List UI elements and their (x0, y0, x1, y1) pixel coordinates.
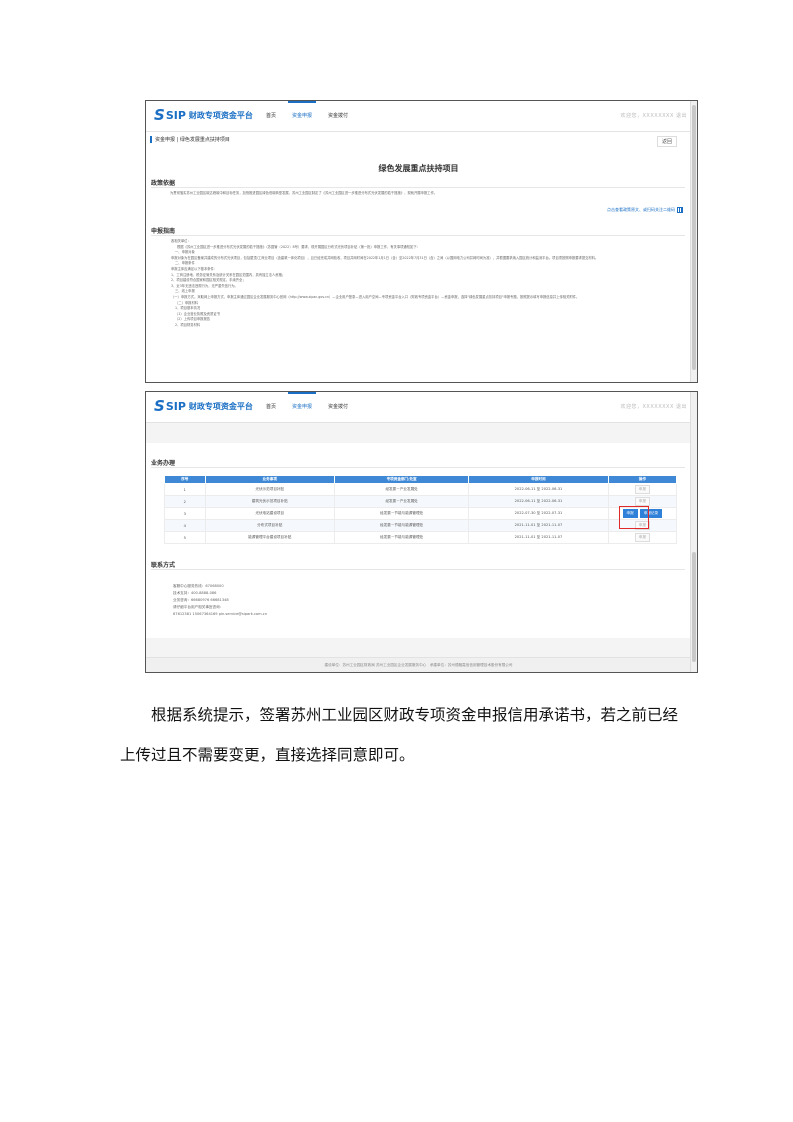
guide-section-title: 申报指南 (151, 228, 176, 235)
screenshot-business-page: S SIP 财政专项资金平台 首页 资金申报 资金拨付 欢迎您，XXXXXXXX… (145, 391, 698, 673)
policy-link[interactable]: 点击查看政策原文、或扫码关注二维码 (607, 207, 675, 213)
logo-s-icon: S (154, 397, 165, 415)
apply-button[interactable]: 申报 (634, 533, 650, 542)
table-row: 2 建筑光伏示范项目补贴 经发委－产业发展处 2022-06-11 至 2022… (164, 495, 678, 508)
table-header-row: 序号 业务事项 专项资金部门/处室 申报时间 操作 (164, 475, 678, 484)
top-navbar: S SIP 财政专项资金平台 首页 资金申报 资金拨付 欢迎您，XXXXXXXX… (146, 101, 697, 132)
contact-line: 请仔细平台用户相关事宜咨询： (173, 605, 224, 609)
user-info[interactable]: 欢迎您，XXXXXXXX 退出 (621, 112, 688, 119)
cell-time: 2021-11-01 至 2021-11-07 (468, 519, 609, 532)
user-info[interactable]: 欢迎您，XXXXXXXX 退出 (621, 403, 688, 410)
breadcrumb: 资金申报 | 绿色发展重点扶持项目 (150, 136, 230, 143)
cell-time: 2021-11-01 至 2021-11-07 (468, 531, 609, 544)
contact-info: 客服中心服务热线：67068000 技术支持：400-8888-086 业务咨询… (173, 583, 267, 618)
column-header: 操作 (607, 475, 678, 484)
main-nav: 首页 资金申报 资金拨付 (258, 392, 356, 422)
cell-item: 分布式项目补贴 (204, 519, 335, 532)
table-row: 5 能源管理平台建设项目补贴 经发委－节能与能源管理处 2021-11-01 至… (164, 531, 678, 544)
policy-section-title: 政策依据 (151, 180, 176, 187)
divider (151, 235, 685, 236)
contact-line: 业务咨询：66680976 66681348 (173, 598, 229, 602)
scrollbar-thumb[interactable] (692, 552, 696, 662)
nav-home[interactable]: 首页 (258, 101, 284, 131)
divider (151, 187, 685, 188)
cell-no: 3 (164, 507, 206, 520)
cell-item: 光伏示范项目补贴 (204, 483, 335, 496)
cell-dept: 经发委－节能与能源管理处 (333, 507, 470, 520)
cell-no: 4 (164, 519, 206, 532)
cell-time: 2022-06-11 至 2022-06-31 (468, 483, 609, 496)
nav-fund-apply[interactable]: 资金申报 (284, 392, 320, 422)
platform-logo[interactable]: S SIP 财政专项资金平台 (154, 399, 253, 414)
brand-name: 财政专项资金平台 (188, 111, 253, 120)
cell-dept: 经发委－产业发展处 (333, 483, 470, 496)
page-title: 绿色发展重点扶持项目 (378, 164, 459, 173)
highlight-box (619, 506, 649, 529)
platform-logo[interactable]: S SIP 财政专项资金平台 (154, 108, 253, 123)
page-footer: 建设单位：苏州工业园区财政局 苏州工业园区企业发展服务中心 承建单位：苏州德融嘉… (146, 657, 691, 672)
cell-actions: 申报 (607, 483, 678, 496)
nav-home[interactable]: 首页 (258, 392, 284, 422)
main-nav: 首页 资金申报 资金拨付 (258, 101, 356, 131)
instruction-caption: 根据系统提示，签署苏州工业园区财政专项资金申报信用承诺书，若之前已经上传过且不需… (120, 706, 679, 764)
cell-no: 2 (164, 495, 206, 508)
logo-text: SIP (165, 109, 186, 122)
cell-item: 能源管理平台建设项目补贴 (204, 531, 335, 544)
scrollbar[interactable] (690, 392, 697, 672)
nav-fund-disburse[interactable]: 资金拨付 (320, 392, 356, 422)
nav-fund-apply[interactable]: 资金申报 (284, 101, 320, 131)
table-row: 3 光伏电站建设项目 经发委－节能与能源管理处 2022-07-30 至 202… (164, 507, 678, 520)
business-section-title: 业务办理 (151, 460, 176, 467)
logo-s-icon: S (154, 106, 165, 124)
contact-line: 67612381 15067364169 pln.service@sipark.… (173, 612, 268, 616)
cell-item: 建筑光伏示范项目补贴 (204, 495, 335, 508)
cell-time: 2022-06-11 至 2022-06-31 (468, 495, 609, 508)
top-navbar: S SIP 财政专项资金平台 首页 资金申报 资金拨付 欢迎您，XXXXXXXX… (146, 392, 697, 423)
cell-time: 2022-07-30 至 2022-07-31 (468, 507, 609, 520)
policy-text: 为贯彻落实苏州工业园区碳达峰碳中和目标任务，加快推进园区绿色低碳转型发展，苏州工… (170, 191, 438, 195)
column-header: 序号 (164, 475, 206, 484)
divider (151, 467, 685, 468)
cell-dept: 经发委－节能与能源管理处 (333, 519, 470, 532)
scrollbar[interactable] (690, 101, 697, 382)
contact-line: 客服中心服务热线：67068000 (173, 584, 224, 588)
scrollbar-thumb[interactable] (692, 105, 696, 370)
apply-button[interactable]: 申报 (634, 485, 650, 494)
screenshot-policy-page: S SIP 财政专项资金平台 首页 资金申报 资金拨付 欢迎您，XXXXXXXX… (145, 100, 698, 383)
guide-content: 各相关单位： 根据《苏州工业园区进一步推进分布式光伏发展的若干措施》（苏园管〔2… (171, 239, 681, 381)
banner-area (146, 423, 691, 443)
nav-fund-disburse[interactable]: 资金拨付 (320, 101, 356, 131)
divider (151, 569, 685, 570)
table-row: 4 分布式项目补贴 经发委－节能与能源管理处 2021-11-01 至 2021… (164, 519, 678, 532)
business-table: 序号 业务事项 专项资金部门/处室 申报时间 操作 1 光伏示范项目补贴 经发委… (164, 475, 678, 544)
cell-dept: 经发委－产业发展处 (333, 495, 470, 508)
contact-section-title: 联系方式 (151, 562, 176, 569)
column-header: 专项资金部门/处室 (333, 475, 470, 484)
logo-text: SIP (165, 400, 186, 413)
column-header: 业务事项 (204, 475, 335, 484)
cell-dept: 经发委－节能与能源管理处 (333, 531, 470, 544)
back-button[interactable]: 返回 (656, 136, 677, 147)
table-row: 1 光伏示范项目补贴 经发委－产业发展处 2022-06-11 至 2022-0… (164, 483, 678, 496)
brand-name: 财政专项资金平台 (188, 402, 253, 411)
guide-line: 2、项目财务材料 (175, 322, 201, 327)
cell-item: 光伏电站建设项目 (204, 507, 335, 520)
cell-no: 5 (164, 531, 206, 544)
qrcode-icon[interactable] (677, 207, 683, 213)
cell-no: 1 (164, 483, 206, 496)
contact-line: 技术支持：400-8888-086 (173, 591, 217, 595)
cell-actions: 申报 (607, 531, 678, 544)
column-header: 申报时间 (468, 475, 609, 484)
apply-button[interactable]: 申报 (634, 497, 650, 506)
